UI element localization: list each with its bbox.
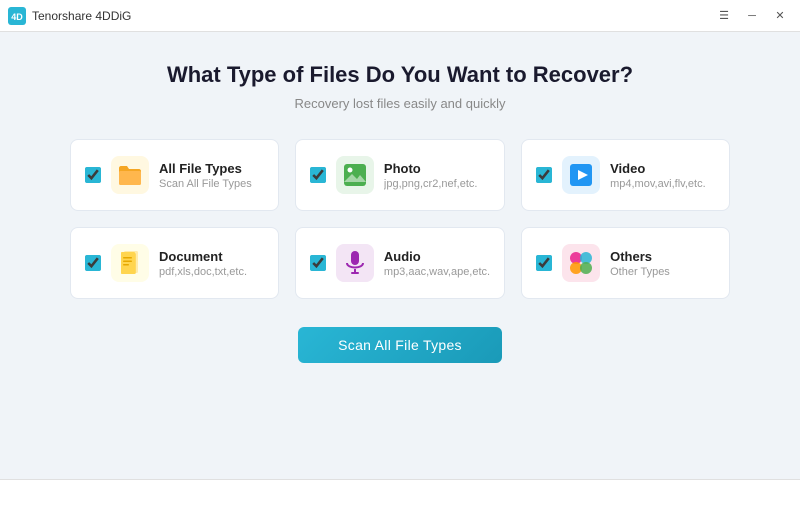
card-video-text: Video mp4,mov,avi,flv,etc.	[610, 161, 715, 190]
checkbox-audio[interactable]	[310, 255, 326, 271]
card-photo[interactable]: Photo jpg,png,cr2,nef,etc.	[295, 139, 505, 211]
card-document-title: Document	[159, 249, 264, 264]
document-icon	[117, 250, 143, 276]
minimize-button[interactable]: ─	[740, 6, 764, 26]
audio-icon-wrap	[336, 244, 374, 282]
others-icon	[567, 249, 595, 277]
audio-icon	[342, 249, 368, 277]
card-photo-text: Photo jpg,png,cr2,nef,etc.	[384, 161, 490, 190]
card-document[interactable]: Document pdf,xls,doc,txt,etc.	[70, 227, 279, 299]
card-photo-title: Photo	[384, 161, 490, 176]
page-subheading: Recovery lost files easily and quickly	[295, 96, 506, 111]
title-bar-left: 4D Tenorshare 4DDiG	[8, 7, 131, 25]
card-others-desc: Other Types	[610, 266, 715, 278]
card-all-file-types-text: All File Types Scan All File Types	[159, 161, 264, 190]
card-all-file-types-title: All File Types	[159, 161, 264, 176]
checkbox-all-file-types[interactable]	[85, 167, 101, 183]
card-others[interactable]: Others Other Types	[521, 227, 730, 299]
card-document-text: Document pdf,xls,doc,txt,etc.	[159, 249, 264, 278]
others-icon-wrap	[562, 244, 600, 282]
checkbox-document[interactable]	[85, 255, 101, 271]
card-audio[interactable]: Audio mp3,aac,wav,ape,etc.	[295, 227, 505, 299]
card-video[interactable]: Video mp4,mov,avi,flv,etc.	[521, 139, 730, 211]
card-photo-desc: jpg,png,cr2,nef,etc.	[384, 178, 490, 190]
checkbox-others[interactable]	[536, 255, 552, 271]
photo-icon-wrap	[336, 156, 374, 194]
folder-icon	[117, 164, 143, 186]
close-button[interactable]: ✕	[768, 6, 792, 26]
app-logo-icon: 4D	[8, 7, 26, 25]
card-document-desc: pdf,xls,doc,txt,etc.	[159, 266, 264, 278]
scan-all-button[interactable]: Scan All File Types	[298, 327, 502, 363]
folder-icon-wrap	[111, 156, 149, 194]
document-icon-wrap	[111, 244, 149, 282]
card-all-file-types[interactable]: All File Types Scan All File Types	[70, 139, 279, 211]
photo-icon	[342, 162, 368, 188]
file-type-grid: All File Types Scan All File Types Photo…	[70, 139, 730, 299]
app-title: Tenorshare 4DDiG	[32, 9, 131, 23]
title-bar: 4D Tenorshare 4DDiG ☰ ─ ✕	[0, 0, 800, 32]
main-content: What Type of Files Do You Want to Recove…	[0, 32, 800, 479]
card-audio-title: Audio	[384, 249, 490, 264]
video-icon	[568, 162, 594, 188]
card-all-file-types-desc: Scan All File Types	[159, 178, 264, 190]
card-audio-desc: mp3,aac,wav,ape,etc.	[384, 266, 490, 278]
card-video-desc: mp4,mov,avi,flv,etc.	[610, 178, 715, 190]
video-icon-wrap	[562, 156, 600, 194]
title-bar-controls: ☰ ─ ✕	[712, 6, 792, 26]
checkbox-video[interactable]	[536, 167, 552, 183]
bottom-bar	[0, 479, 800, 507]
svg-text:4D: 4D	[11, 12, 23, 22]
menu-button[interactable]: ☰	[712, 6, 736, 26]
checkbox-photo[interactable]	[310, 167, 326, 183]
card-others-title: Others	[610, 249, 715, 264]
card-others-text: Others Other Types	[610, 249, 715, 278]
page-heading: What Type of Files Do You Want to Recove…	[167, 62, 633, 88]
card-video-title: Video	[610, 161, 715, 176]
card-audio-text: Audio mp3,aac,wav,ape,etc.	[384, 249, 490, 278]
